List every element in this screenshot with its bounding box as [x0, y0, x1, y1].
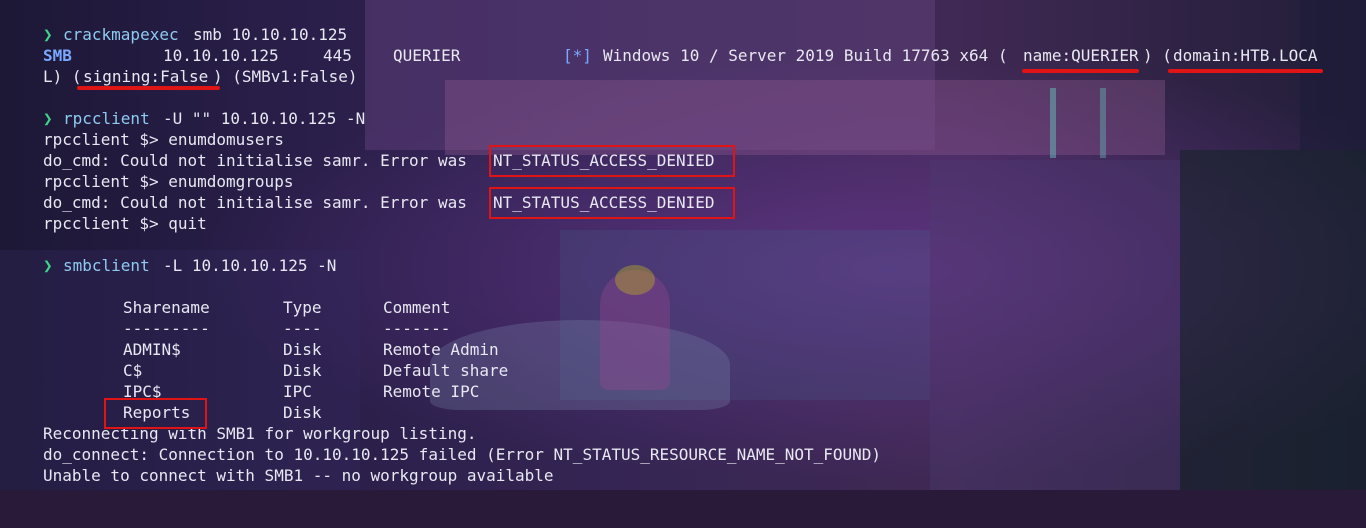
shares-header: Sharename Type Comment: [0, 297, 1366, 318]
highlight-underline-signing: [77, 86, 220, 90]
rpc-enumdomgroups: rpcclient $> enumdomgroups: [43, 172, 294, 191]
command-line-crackmapexec: ❯ crackmapexec smb 10.10.10.125: [0, 24, 1366, 45]
highlight-box-reports-share: [104, 398, 207, 429]
smb-port: 445: [323, 46, 352, 65]
separator-type: ----: [283, 319, 322, 338]
prompt-arrow-icon: ❯: [43, 25, 53, 44]
share-row: C$ Disk Default share: [0, 360, 1366, 381]
prompt-arrow-icon: ❯: [43, 109, 53, 128]
smbclient-output-line: Unable to connect with SMB1 -- no workgr…: [0, 465, 1366, 486]
share-comment: Default share: [383, 361, 509, 380]
command-args: -U "" 10.10.10.125 -N: [163, 109, 366, 128]
smb-wrap-prefix: L) (: [43, 67, 82, 86]
shares-separator: --------- ---- -------: [0, 318, 1366, 339]
smb-output-line-wrap: L) ( signing:False ) (SMBv1:False): [0, 66, 1366, 87]
command-line-smbclient: ❯ smbclient -L 10.10.10.125 -N: [0, 255, 1366, 276]
highlight-underline-name: [1022, 69, 1139, 73]
command-args: smb 10.10.10.125: [193, 25, 348, 44]
prompt-arrow-icon: ❯: [43, 256, 53, 275]
share-comment: Remote Admin: [383, 340, 499, 359]
smb1-unavailable-message: Unable to connect with SMB1 -- no workgr…: [43, 466, 554, 485]
column-header-comment: Comment: [383, 298, 451, 317]
column-header-type: Type: [283, 298, 322, 317]
terminal-window[interactable]: ❯ crackmapexec smb 10.10.10.125 SMB 10.1…: [0, 0, 1366, 490]
column-header-sharename: Sharename: [123, 298, 210, 317]
share-name: ADMIN$: [123, 340, 181, 359]
info-star-marker: [*]: [563, 46, 592, 65]
share-comment: Remote IPC: [383, 382, 480, 401]
share-row: ADMIN$ Disk Remote Admin: [0, 339, 1366, 360]
highlight-underline-domain: [1168, 69, 1323, 73]
rpc-quit: rpcclient $> quit: [43, 214, 207, 233]
command-line-rpcclient: ❯ rpcclient -U "" 10.10.10.125 -N: [0, 108, 1366, 129]
highlight-box-access-denied-1: [489, 145, 735, 177]
rpc-error-text: do_cmd: Could not initialise samr. Error…: [43, 193, 477, 212]
share-type: Disk: [283, 340, 322, 359]
connection-failed-message: do_connect: Connection to 10.10.10.125 f…: [43, 445, 882, 464]
separator-sharename: ---------: [123, 319, 210, 338]
smb-name-field: name:QUERIER: [1023, 46, 1139, 65]
command-args: -L 10.10.10.125 -N: [163, 256, 337, 275]
command-name: rpcclient: [63, 109, 150, 128]
smb-os-info: Windows 10 / Server 2019 Build 17763 x64…: [603, 46, 1008, 65]
share-type: Disk: [283, 361, 322, 380]
smb-wrap-suffix: ) (SMBv1:False): [213, 67, 358, 86]
smb-domain-field: domain:HTB.LOCA: [1173, 46, 1318, 65]
rpc-enumdomusers: rpcclient $> enumdomusers: [43, 130, 284, 149]
share-type: Disk: [283, 403, 322, 422]
smb-signing-field: signing:False: [83, 67, 209, 86]
share-type: IPC: [283, 382, 312, 401]
rpc-error-text: do_cmd: Could not initialise samr. Error…: [43, 151, 477, 170]
smb-ip: 10.10.10.125: [163, 46, 279, 65]
command-name: smbclient: [63, 256, 150, 275]
command-name: crackmapexec: [63, 25, 179, 44]
smbclient-output-line: do_connect: Connection to 10.10.10.125 f…: [0, 444, 1366, 465]
share-name: C$: [123, 361, 143, 380]
separator-comment: -------: [383, 319, 451, 338]
highlight-box-access-denied-2: [489, 187, 735, 219]
smb-tag: SMB: [43, 46, 72, 65]
smb-output-line: SMB 10.10.10.125 445 QUERIER [*] Windows…: [0, 45, 1366, 66]
smb-host: QUERIER: [393, 46, 461, 65]
smb-separator: ) (: [1143, 46, 1172, 65]
